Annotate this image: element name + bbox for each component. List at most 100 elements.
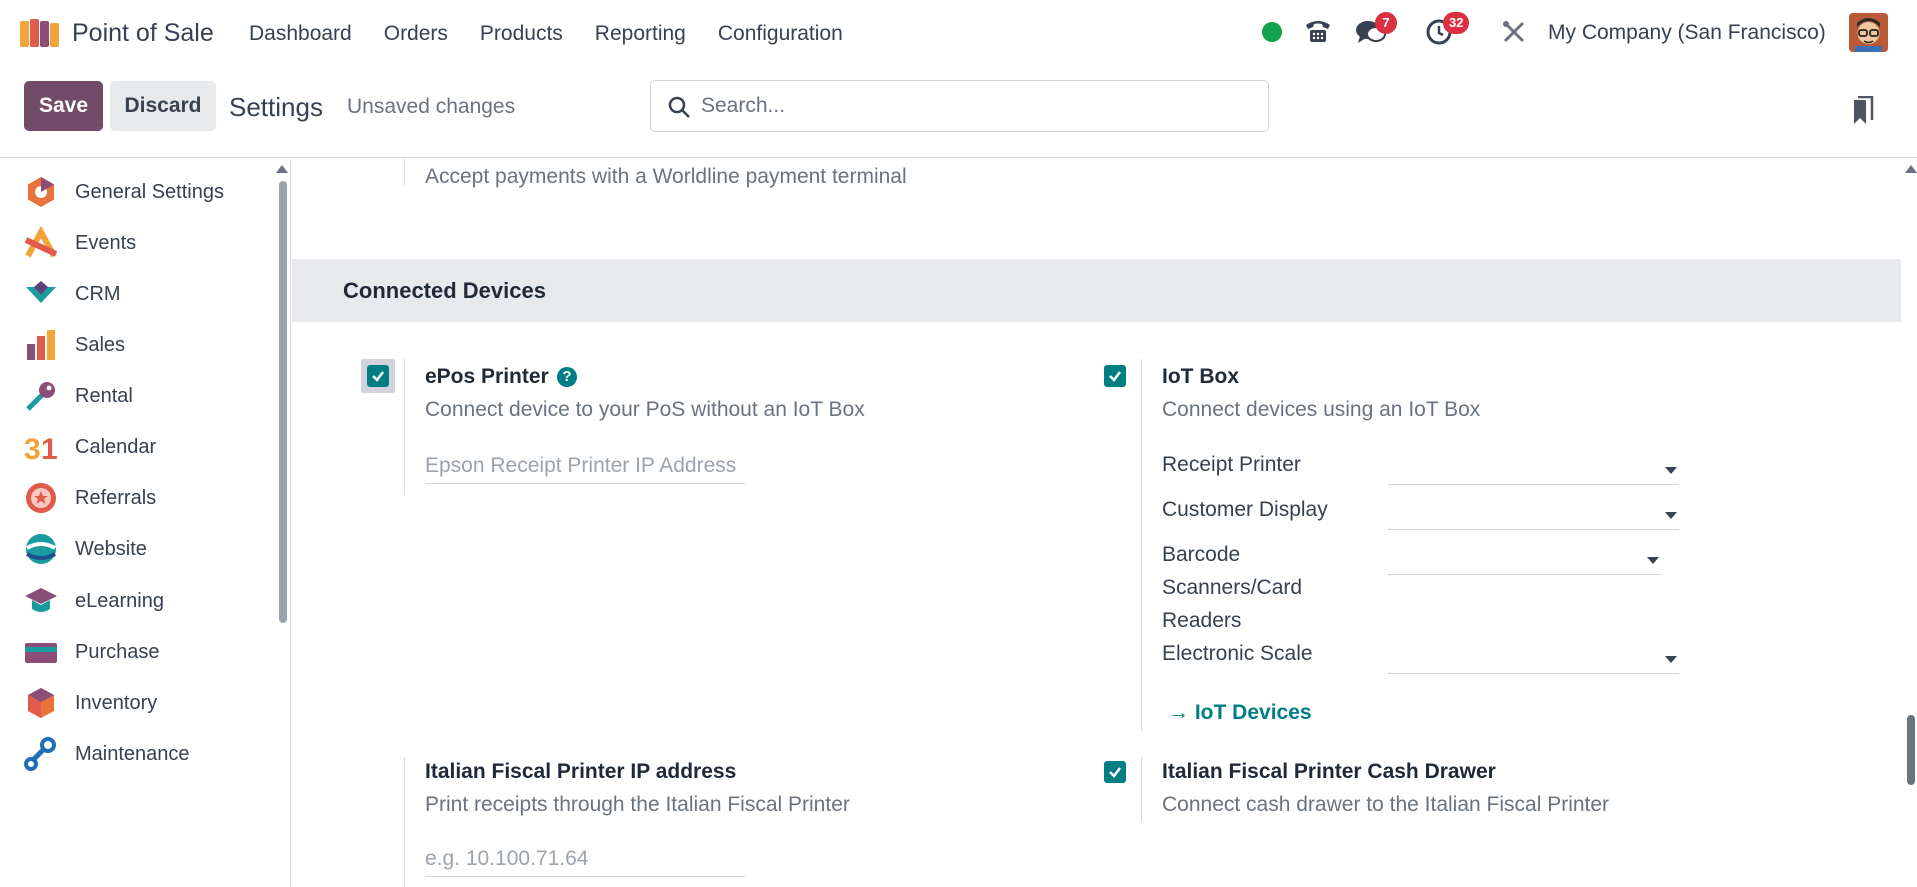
company-switcher[interactable]: My Company (San Francisco): [1548, 21, 1826, 45]
menu-configuration[interactable]: Configuration: [718, 22, 843, 46]
save-button[interactable]: Save: [24, 81, 103, 131]
sidebar-item-inventory[interactable]: Inventory: [24, 683, 157, 723]
sidebar-item-label: Maintenance: [75, 742, 190, 765]
status-dot-icon[interactable]: [1262, 22, 1282, 42]
customer-display-select[interactable]: [1388, 496, 1679, 530]
point-of-sale-logo-icon[interactable]: [18, 17, 62, 49]
svg-text:3: 3: [24, 433, 41, 464]
section-header: Connected Devices: [292, 259, 1901, 322]
barcode-scanners-label-3: Readers: [1162, 609, 1242, 632]
maintenance-icon: [24, 737, 56, 771]
chevron-down-icon: [1647, 557, 1659, 564]
epos-printer-checkbox[interactable]: [367, 365, 389, 387]
menu-products[interactable]: Products: [480, 22, 563, 46]
sidebar-item-calendar[interactable]: 3 1 Calendar: [24, 427, 156, 467]
sidebar-item-purchase[interactable]: Purchase: [24, 632, 160, 672]
sidebar-item-label: Referrals: [75, 486, 157, 509]
check-icon: [372, 371, 384, 382]
phone-icon[interactable]: [1303, 16, 1333, 46]
sidebar-item-label: Calendar: [75, 435, 157, 458]
epson-ip-input[interactable]: [425, 448, 745, 484]
sidebar-item-website[interactable]: Website: [24, 529, 147, 569]
check-icon: [1109, 767, 1121, 778]
sidebar-item-label: Website: [75, 537, 147, 560]
italian-cash-drawer-title: Italian Fiscal Printer Cash Drawer: [1162, 760, 1496, 783]
italian-fiscal-ip-description: Print receipts through the Italian Fisca…: [425, 793, 850, 816]
main-scrollbar[interactable]: [1907, 715, 1915, 785]
settings-content: Accept payments with a Worldline payment…: [292, 159, 1917, 887]
sales-icon: [27, 330, 55, 360]
sidebar-item-sales[interactable]: Sales: [24, 325, 125, 365]
sidebar-item-events[interactable]: Events: [24, 223, 136, 263]
sidebar-item-label: CRM: [75, 282, 121, 305]
help-icon[interactable]: ?: [557, 367, 577, 387]
italian-cash-drawer-checkbox[interactable]: [1104, 761, 1126, 783]
divider: [1141, 757, 1142, 821]
sidebar-item-label: Sales: [75, 333, 126, 356]
user-avatar[interactable]: [1849, 13, 1888, 52]
divider: [404, 757, 405, 887]
sidebar-item-maintenance[interactable]: Maintenance: [24, 734, 190, 774]
user-avatar-icon: [1849, 13, 1888, 52]
search-input[interactable]: [701, 81, 1261, 131]
chevron-down-icon: [1665, 512, 1677, 519]
sidebar-item-crm[interactable]: CRM: [24, 274, 121, 314]
sidebar-item-label: Rental: [75, 384, 133, 407]
divider: [404, 159, 405, 185]
iot-devices-link-label: IoT Devices: [1194, 701, 1312, 724]
main-scroll-up-icon[interactable]: [1905, 165, 1917, 173]
chevron-down-icon: [1665, 656, 1677, 663]
referrals-icon: [26, 483, 56, 513]
iot-devices-link[interactable]: → IoT Devices: [1168, 701, 1312, 725]
sidebar-scroll-up-icon[interactable]: [276, 165, 288, 173]
sidebar-item-label: eLearning: [75, 589, 164, 612]
receipt-printer-select[interactable]: [1388, 451, 1679, 485]
calendar-icon: 3 1: [24, 433, 58, 464]
main-menu: Dashboard Orders Products Reporting Conf…: [249, 22, 875, 46]
control-panel: Save Discard Settings Unsaved changes: [0, 66, 1917, 158]
italian-fiscal-ip-title: Italian Fiscal Printer IP address: [425, 760, 737, 783]
rental-icon: [26, 382, 55, 411]
debug-tools-icon[interactable]: [1500, 18, 1528, 46]
divider: [1141, 359, 1142, 731]
barcode-scanners-label: Barcode: [1162, 543, 1241, 566]
divider: [404, 359, 405, 495]
inventory-icon: [28, 688, 54, 718]
menu-reporting[interactable]: Reporting: [595, 22, 686, 46]
italian-fiscal-ip-input[interactable]: [425, 841, 745, 877]
check-icon: [1109, 371, 1121, 382]
svg-text:1: 1: [41, 433, 58, 464]
sidebar-item-rental[interactable]: Rental: [24, 376, 133, 416]
unsaved-status: Unsaved changes: [347, 95, 516, 118]
epos-printer-title: ePos Printer: [425, 365, 549, 388]
app-name[interactable]: Point of Sale: [72, 19, 214, 48]
sidebar-scrollbar[interactable]: [279, 181, 287, 623]
menu-dashboard[interactable]: Dashboard: [249, 22, 352, 46]
bookmark-icon[interactable]: [1852, 96, 1874, 126]
crm-icon: [26, 281, 56, 303]
italian-cash-drawer-description: Connect cash drawer to the Italian Fisca…: [1162, 793, 1610, 816]
sidebar-item-elearning[interactable]: eLearning: [24, 581, 164, 621]
sidebar-item-general-settings[interactable]: General Settings: [24, 172, 224, 212]
general-settings-icon: [28, 177, 54, 207]
menu-orders[interactable]: Orders: [384, 22, 448, 46]
sidebar-item-label: General Settings: [75, 180, 224, 203]
chevron-down-icon: [1665, 467, 1677, 474]
barcode-scanners-select[interactable]: [1388, 541, 1661, 575]
activity-badge: 32: [1443, 12, 1470, 34]
purchase-icon: [25, 643, 57, 663]
iot-box-checkbox[interactable]: [1104, 365, 1126, 387]
section-title: Connected Devices: [343, 278, 546, 303]
discard-button[interactable]: Discard: [110, 81, 216, 131]
electronic-scale-label: Electronic Scale: [1162, 642, 1313, 665]
top-navbar: Point of Sale Dashboard Orders Products …: [0, 0, 1917, 66]
settings-sidebar: General Settings Events CRM Sales Rental: [0, 159, 291, 887]
iot-box-title: IoT Box: [1162, 365, 1239, 388]
barcode-scanners-label-2: Scanners/Card: [1162, 576, 1303, 599]
sidebar-item-label: Events: [75, 231, 137, 254]
sidebar-item-referrals[interactable]: Referrals: [24, 478, 156, 518]
electronic-scale-select[interactable]: [1388, 640, 1679, 674]
sidebar-item-label: Inventory: [75, 691, 158, 714]
events-icon: [24, 226, 58, 258]
sidebar-item-label: Purchase: [75, 640, 160, 663]
